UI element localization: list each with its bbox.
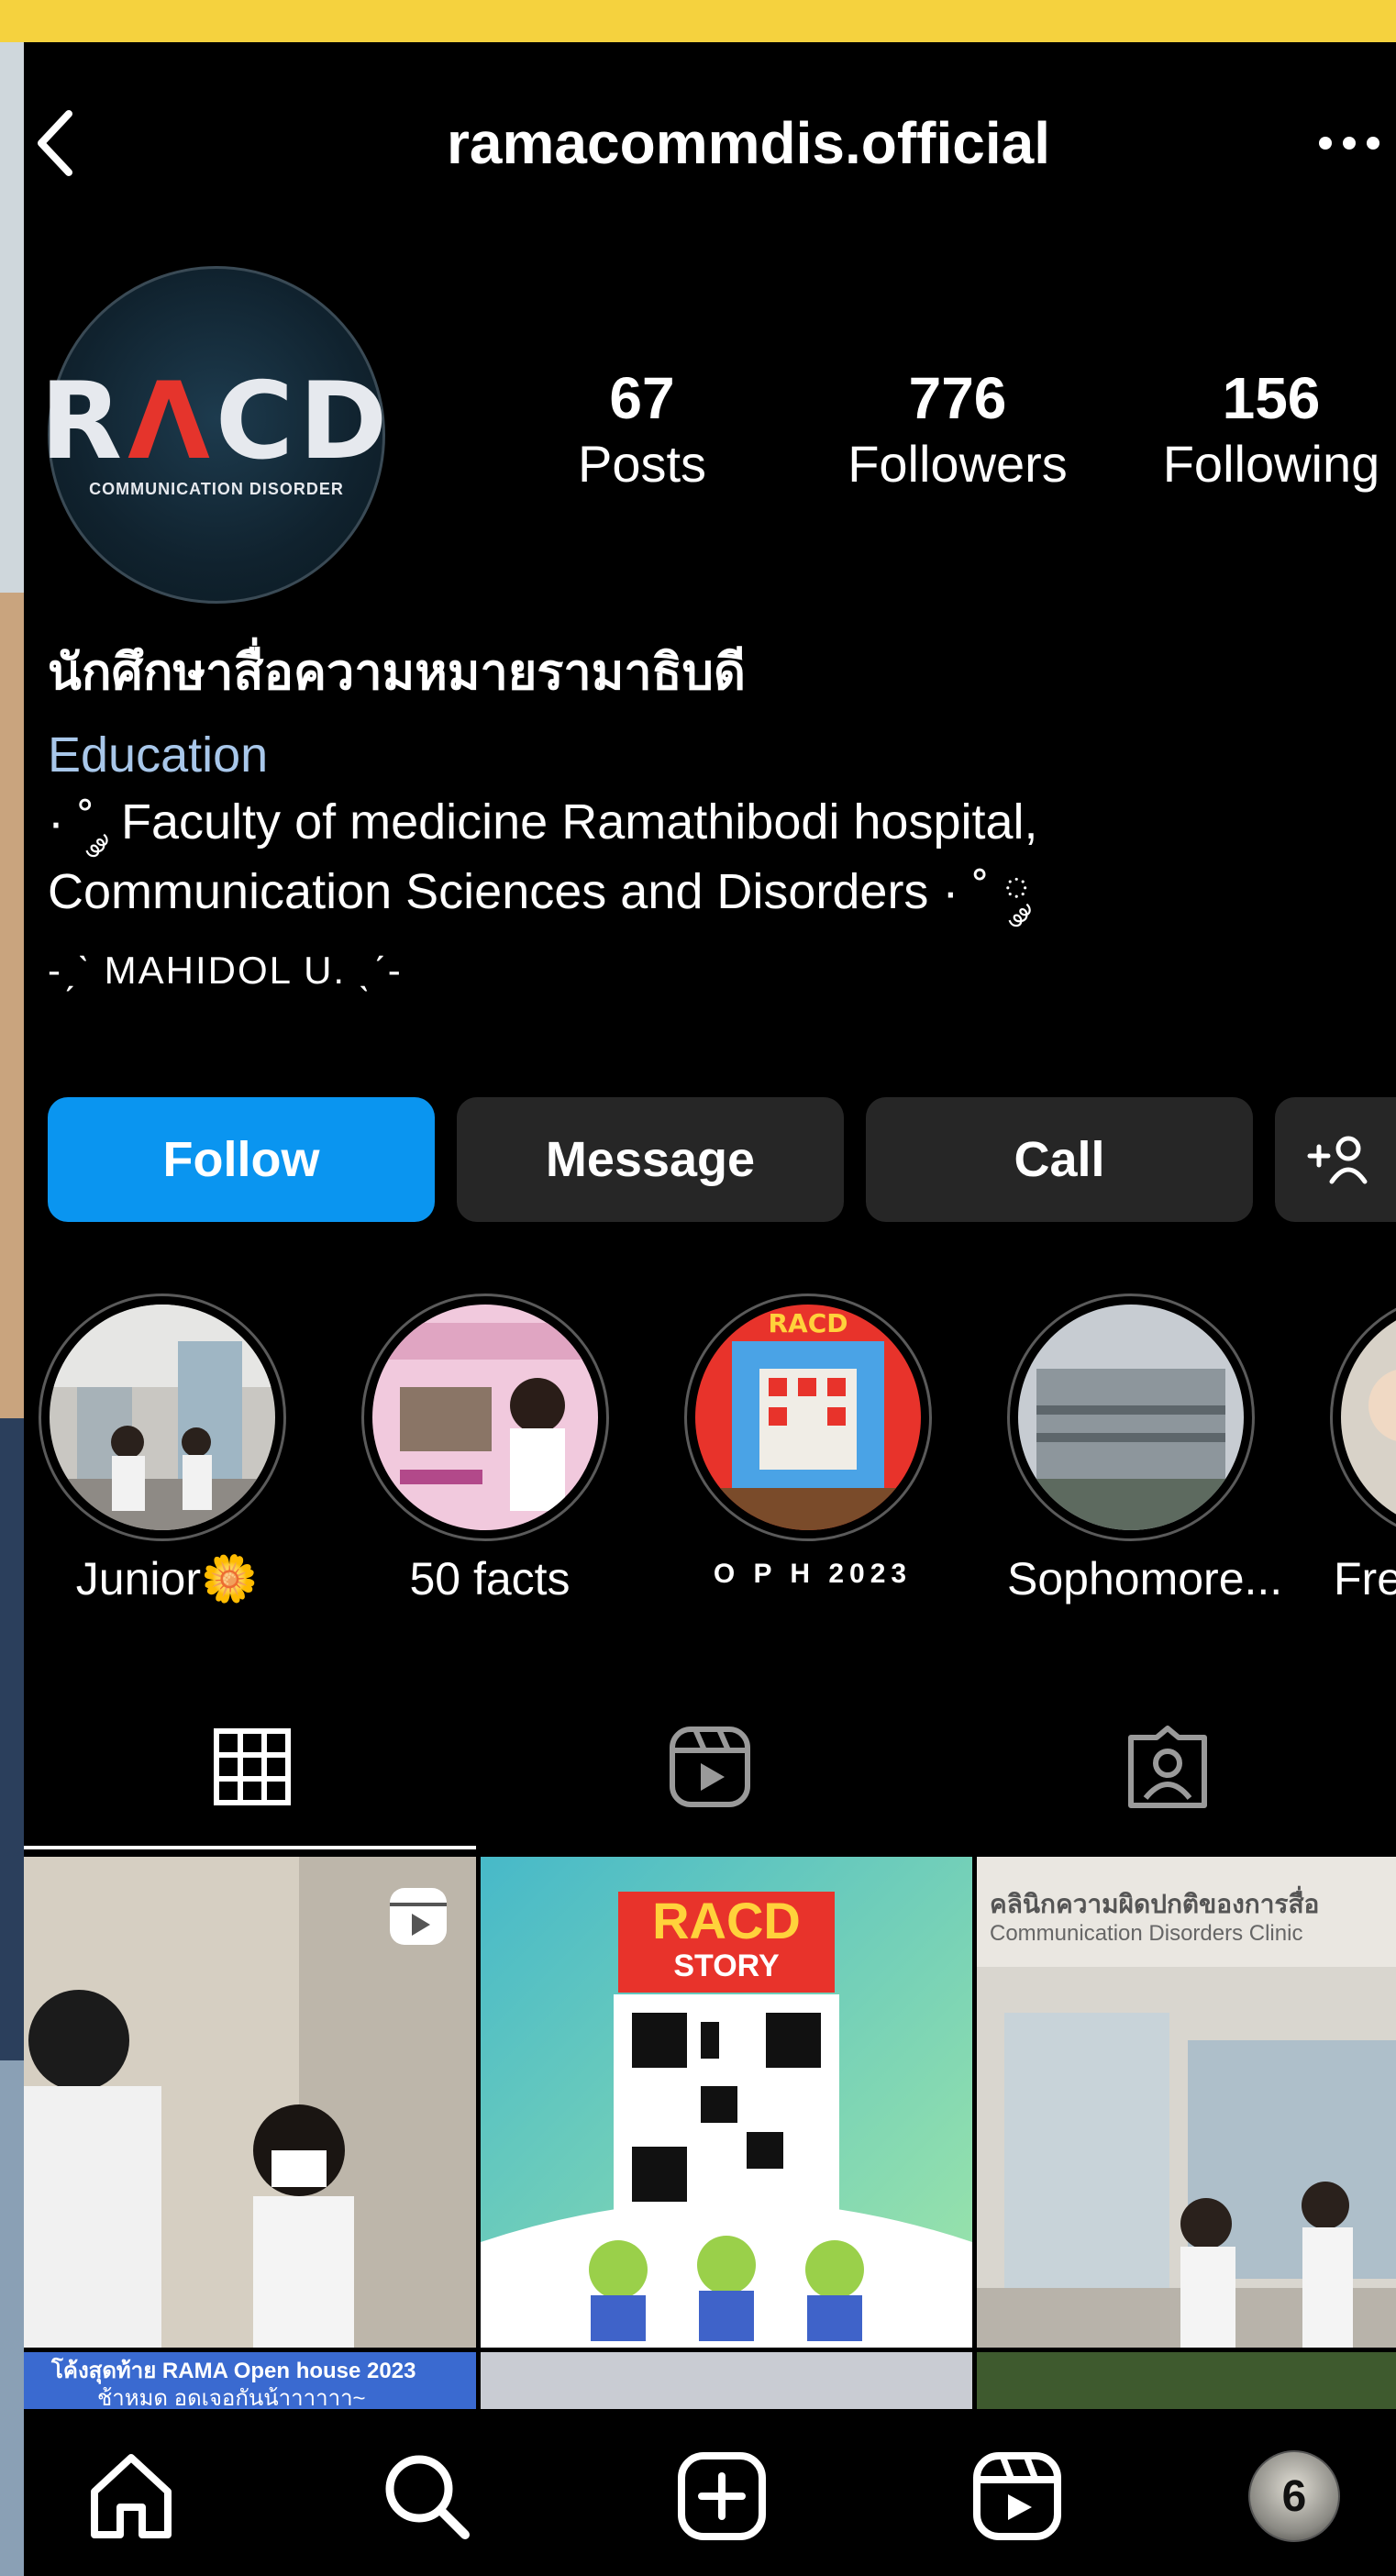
nav-home[interactable]: [81, 2446, 182, 2547]
add-person-icon: [1307, 1136, 1368, 1184]
post-overlay-title: RACD: [652, 1892, 801, 1949]
highlight-50-facts[interactable]: 50 facts: [361, 1294, 618, 1611]
more-horizontal-icon: [1319, 137, 1379, 150]
reel-badge-icon: [386, 1884, 450, 1953]
suggested-accounts-button[interactable]: [1275, 1097, 1396, 1222]
profile-avatar-small: 6: [1248, 2450, 1340, 2542]
post-overlay-subtitle: ช้าหมด อดเจอกันน้าาาาาา~: [97, 2386, 366, 2409]
highlight-cover: [1341, 1305, 1396, 1530]
highlight-cover: [50, 1305, 275, 1530]
grid-icon: [214, 1728, 291, 1805]
highlight-junior[interactable]: Junior🌼: [39, 1294, 295, 1611]
create-icon: [678, 2452, 766, 2540]
nav-search[interactable]: [376, 2446, 477, 2547]
post-tile[interactable]: คลินิกความผิดปกติของการสื่อ Communicatio…: [977, 1857, 1396, 2348]
bio-line: · ˚ ༘ Faculty of medicine Ramathibodi ho…: [48, 794, 1038, 849]
bio-line: Communication Sciences and Disorders · ˚…: [48, 864, 1031, 919]
call-button[interactable]: Call: [866, 1097, 1253, 1222]
highlight-oph-2023[interactable]: RACD O P H 2023: [684, 1294, 941, 1602]
stat-posts[interactable]: 67 Posts: [495, 363, 789, 495]
nav-create[interactable]: [671, 2446, 772, 2547]
post-overlay-sign-th: คลินิกความผิดปกติของการสื่อ: [990, 1890, 1320, 1918]
post-tile[interactable]: โค้งสุดท้าย RAMA Open house 2023 ช้าหมด …: [24, 2352, 476, 2409]
nav-reels[interactable]: [967, 2446, 1068, 2547]
profile-category: Education: [48, 727, 269, 783]
status-bar-area: [0, 0, 1396, 42]
chevron-left-icon: [38, 110, 72, 176]
svg-text:RACD: RACD: [768, 1308, 848, 1338]
post-tile[interactable]: [977, 2352, 1396, 2409]
profile-screen: ramacommdis.official RΛCD COMMUNICATION …: [24, 42, 1396, 2576]
highlight-cover: RACD: [695, 1305, 921, 1530]
highlight-sophomore[interactable]: Sophomore...: [1007, 1294, 1282, 1611]
follow-button[interactable]: Follow: [48, 1097, 435, 1222]
active-tab-indicator: [24, 1846, 476, 1849]
post-tile[interactable]: RACD STORY: [481, 1857, 972, 2348]
avatar-logo: RΛCD: [39, 359, 393, 483]
reels-icon: [670, 1727, 750, 1807]
tab-tagged[interactable]: [939, 1703, 1396, 1831]
profile-display-name: นักศึกษาสื่อความหมายรามาธิบดี: [48, 645, 746, 700]
tagged-icon: [1128, 1726, 1207, 1808]
avatar-subtitle: COMMUNICATION DISORDER: [89, 479, 344, 498]
bottom-navigation: 6: [24, 2409, 1396, 2576]
profile-avatar[interactable]: RΛCD COMMUNICATION DISORDER: [40, 266, 387, 604]
tab-reels[interactable]: [482, 1703, 938, 1831]
nav-profile[interactable]: 6: [1244, 2446, 1345, 2547]
tab-posts-grid[interactable]: [24, 1703, 481, 1831]
profile-username: ramacommdis.official: [447, 110, 1050, 176]
highlight-freshman[interactable]: Fres: [1330, 1294, 1396, 1611]
more-options-button[interactable]: [1308, 106, 1390, 180]
search-icon: [385, 2455, 470, 2539]
post-tile[interactable]: [24, 1857, 476, 2348]
post-tile[interactable]: [481, 2352, 972, 2409]
back-button[interactable]: [24, 106, 88, 180]
highlight-cover: [372, 1305, 598, 1530]
post-overlay-sign-en: Communication Disorders Clinic: [990, 1921, 1303, 1946]
stat-following[interactable]: 156 Following: [1125, 363, 1396, 495]
reels-icon: [973, 2452, 1061, 2540]
message-button[interactable]: Message: [457, 1097, 844, 1222]
highlight-cover: [1018, 1305, 1244, 1530]
stat-followers[interactable]: 776 Followers: [811, 363, 1104, 495]
home-icon: [91, 2454, 172, 2538]
background-edge: [0, 42, 24, 2576]
post-overlay-subtitle: STORY: [673, 1949, 780, 1983]
bio-line: -ˏˋ MAHIDOL U. ˎˊ-: [48, 949, 403, 992]
